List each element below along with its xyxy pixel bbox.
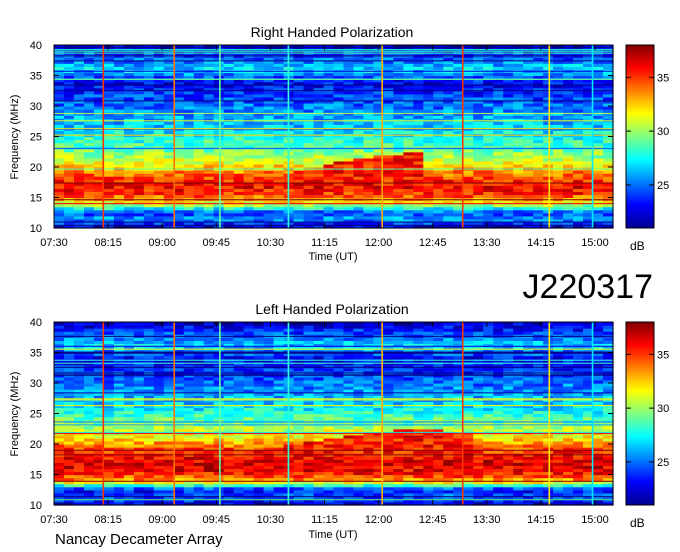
observation-id: J220317 xyxy=(523,268,653,306)
heatmap-cell xyxy=(253,322,265,326)
heatmap xyxy=(54,322,614,506)
heatmap-cell xyxy=(293,322,305,326)
x-tick-label: 09:45 xyxy=(203,237,231,249)
interference-streak xyxy=(54,84,613,86)
heatmap xyxy=(54,45,614,229)
interference-streak xyxy=(54,100,613,102)
panel-left-handed: Left Handed Polarization 07:30 08:15 09:00… xyxy=(9,301,669,541)
interference-streak xyxy=(54,78,613,80)
y-tick-label: 15 xyxy=(30,193,42,205)
heatmap-cell xyxy=(73,322,85,326)
y-tick-label: 40 xyxy=(30,40,42,52)
colorbar-tick-label: 30 xyxy=(657,126,669,138)
interference-streak xyxy=(54,60,613,62)
x-tick-label: 13:30 xyxy=(473,237,501,249)
heatmap-cell xyxy=(63,322,75,326)
heatmap-cell xyxy=(243,322,255,326)
heatmap-cell xyxy=(103,322,115,326)
x-tick-label: 09:00 xyxy=(148,237,176,249)
x-tick-label: 12:00 xyxy=(365,237,393,249)
heatmap-cell xyxy=(133,322,145,326)
x-tick-label: 14:15 xyxy=(527,237,555,249)
heatmap-cell xyxy=(163,322,175,326)
chart-title: Left Handed Polarization xyxy=(255,301,408,317)
interference-streak xyxy=(54,70,613,72)
chart-title: Right Handed Polarization xyxy=(251,24,414,40)
colorbar: 25 30 35 dB xyxy=(625,44,669,253)
colorbar-tick-label: 25 xyxy=(657,180,669,192)
interference-streak xyxy=(54,46,613,48)
heatmap-cell xyxy=(83,322,95,326)
x-tick-label: 11:15 xyxy=(311,237,338,249)
heatmap-cell xyxy=(143,322,155,326)
interference-streak xyxy=(54,182,613,184)
interference-streak xyxy=(54,112,613,115)
panel-right-handed: Right Handed Polarization 07:30 08:15 09:0… xyxy=(9,24,669,263)
heatmap-cell xyxy=(273,322,285,326)
interference-streak xyxy=(54,168,613,170)
x-tick-label: 12:45 xyxy=(419,237,447,249)
interference-streak xyxy=(54,55,613,57)
interference-streak xyxy=(54,128,613,130)
interference-streak xyxy=(54,50,613,52)
heatmap-cell xyxy=(203,322,215,326)
heatmap-cell xyxy=(173,322,185,326)
x-tick-label: 07:30 xyxy=(40,237,68,249)
heatmap-cell xyxy=(153,322,165,326)
interference-streak xyxy=(54,221,613,223)
y-axis-label: Frequency (MHz) xyxy=(9,95,21,180)
colorbar-unit: dB xyxy=(630,239,645,253)
interference-streak xyxy=(54,202,613,205)
heatmap-cell xyxy=(123,322,135,326)
interference-streak xyxy=(54,48,613,51)
heatmap-cell xyxy=(54,322,65,326)
interference-streak xyxy=(54,147,613,150)
interference-streak xyxy=(54,120,613,122)
heatmap-cell xyxy=(193,322,205,326)
y-tick-label: 20 xyxy=(30,162,42,174)
heatmap-cell xyxy=(223,322,235,326)
y-tick-label: 25 xyxy=(30,132,42,144)
heatmap-cell xyxy=(263,322,275,326)
colorbar-tick-label: 35 xyxy=(657,72,669,84)
interference-streak xyxy=(54,89,613,92)
y-tick-label: 35 xyxy=(30,71,42,83)
x-axis-label: Time (UT) xyxy=(308,251,357,263)
heatmap-cell xyxy=(183,322,195,326)
interference-streak xyxy=(54,52,613,54)
heatmap-cell xyxy=(213,322,225,326)
x-tick-label: 08:15 xyxy=(94,237,122,249)
interference-streak xyxy=(54,134,613,136)
y-tick-label: 10 xyxy=(30,223,42,235)
heatmap-cell xyxy=(113,322,125,326)
spectrogram-figure: Right Handed Polarization 07:30 08:15 09:0… xyxy=(9,24,669,548)
interference-streak xyxy=(54,224,613,226)
x-tick-label: 10:30 xyxy=(257,237,285,249)
heatmap-cell xyxy=(233,322,245,326)
y-tick-label: 30 xyxy=(30,101,42,113)
x-tick-label: 15:00 xyxy=(581,237,609,249)
interference-streak xyxy=(54,199,613,201)
